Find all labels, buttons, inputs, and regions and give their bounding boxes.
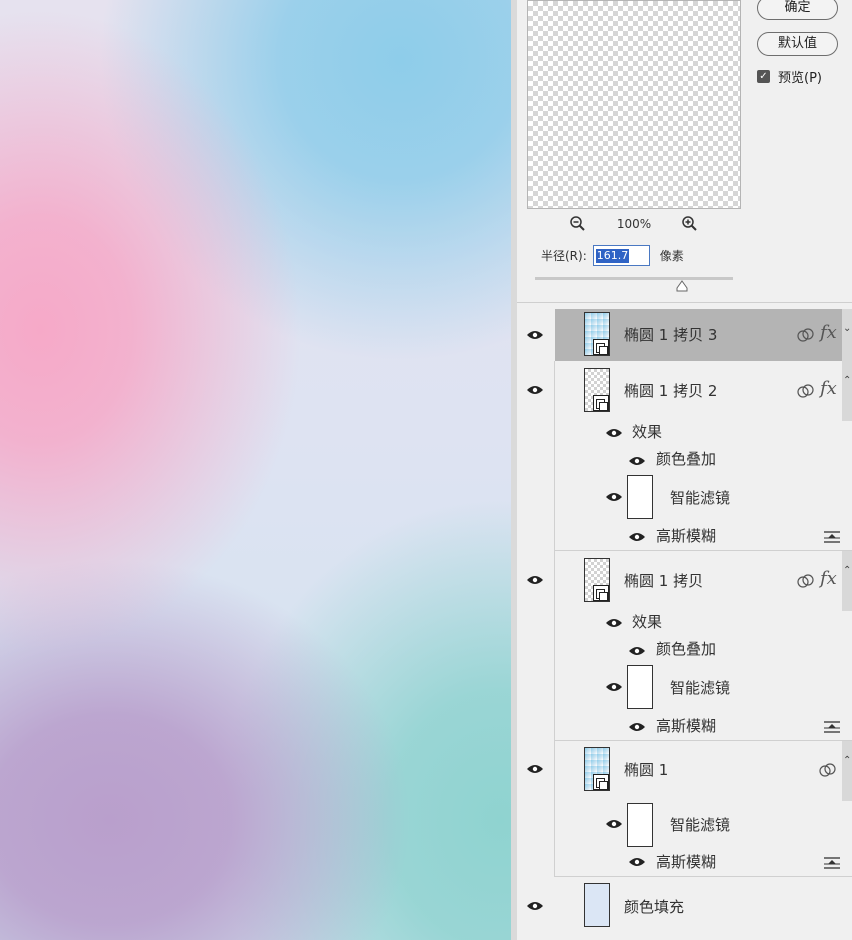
color-overlay-label[interactable]: 颜色叠加 (656, 638, 716, 659)
indent-line (554, 741, 555, 877)
layer-name[interactable]: 椭圆 1 (624, 759, 668, 780)
gaussian-blur-dialog: 确定 默认值 ✓ 预览(P) 100% 半径(R): 161.7 像素 (517, 0, 852, 303)
layer-thumbnail[interactable] (584, 747, 610, 791)
smart-filter-label[interactable]: 智能滤镜 (670, 677, 730, 698)
eye-icon[interactable] (628, 721, 646, 733)
collapse-toggle[interactable]: ⌃ (842, 741, 852, 801)
eye-icon[interactable] (628, 856, 646, 868)
smart-filter-label[interactable]: 智能滤镜 (670, 487, 730, 508)
filter-mask-thumbnail[interactable] (627, 665, 653, 709)
slider-thumb-icon[interactable] (676, 280, 688, 292)
eye-icon[interactable] (605, 681, 623, 693)
layer-thumbnail[interactable] (584, 312, 610, 356)
radius-input[interactable]: 161.7 (592, 245, 650, 266)
dialog-bottom-border (517, 302, 852, 303)
smart-object-icon (593, 774, 609, 790)
eye-icon[interactable] (605, 427, 623, 439)
zoom-level: 100% (616, 217, 652, 231)
layer-name[interactable]: 颜色填充 (624, 896, 684, 917)
zoom-out-icon[interactable] (569, 215, 587, 233)
expand-toggle[interactable]: ⌄ (842, 309, 852, 361)
effects-label[interactable]: 效果 (632, 421, 662, 442)
preview-label: 预览(P) (778, 71, 822, 86)
filter-options-icon[interactable] (823, 720, 841, 734)
radius-unit: 像素 (659, 249, 684, 263)
link-icon (797, 328, 814, 342)
fx-icon[interactable]: fx (820, 322, 837, 343)
eye-icon[interactable] (605, 617, 623, 629)
radius-label: 半径(R): (541, 249, 587, 263)
smart-object-icon (593, 585, 609, 601)
smart-object-icon (593, 339, 609, 355)
checkbox-checked-icon[interactable]: ✓ (757, 70, 770, 83)
layer-row[interactable]: 椭圆 1 ⌃ 智能滤镜 高斯模糊 (517, 741, 852, 877)
filter-mask-thumbnail[interactable] (627, 803, 653, 847)
eye-icon[interactable] (605, 491, 623, 503)
eye-icon[interactable] (526, 763, 544, 775)
eye-icon[interactable] (526, 384, 544, 396)
radius-value[interactable]: 161.7 (595, 248, 630, 263)
filter-options-icon[interactable] (823, 530, 841, 544)
ok-button[interactable]: 确定 (757, 0, 838, 20)
layer-row[interactable]: 椭圆 1 拷贝 2 fx ⌃ 效果 颜色叠加 智能滤镜 高斯模糊 (517, 361, 852, 551)
fx-icon[interactable]: fx (820, 568, 837, 589)
document-canvas[interactable] (0, 0, 511, 940)
eye-icon[interactable] (628, 645, 646, 657)
layer-row[interactable]: 椭圆 1 拷贝 3 fx ⌄ (517, 309, 852, 361)
default-button[interactable]: 默认值 (757, 32, 838, 56)
filter-options-icon[interactable] (823, 856, 841, 870)
layer-name[interactable]: 椭圆 1 拷贝 (624, 570, 703, 591)
collapse-toggle[interactable]: ⌃ (842, 361, 852, 421)
gaussian-blur-label[interactable]: 高斯模糊 (656, 715, 716, 736)
fill-thumbnail[interactable] (584, 883, 610, 927)
smart-filter-label[interactable]: 智能滤镜 (670, 814, 730, 835)
eye-icon[interactable] (526, 574, 544, 586)
chevron-up-icon: ⌃ (843, 565, 852, 576)
radius-row: 半径(R): 161.7 像素 (541, 245, 684, 266)
gaussian-blur-label[interactable]: 高斯模糊 (656, 851, 716, 872)
eye-icon[interactable] (526, 900, 544, 912)
link-icon (797, 574, 814, 588)
chevron-up-icon: ⌃ (843, 755, 852, 766)
color-overlay-label[interactable]: 颜色叠加 (656, 448, 716, 469)
preview-checkbox[interactable]: ✓ 预览(P) (757, 67, 822, 86)
effects-label[interactable]: 效果 (632, 611, 662, 632)
chevron-down-icon: ⌄ (843, 323, 852, 334)
layer-row[interactable]: 颜色填充 (517, 877, 852, 932)
layer-thumbnail[interactable] (584, 368, 610, 412)
eye-icon[interactable] (628, 531, 646, 543)
link-icon (797, 384, 814, 398)
link-icon (819, 763, 836, 777)
blur-preview[interactable] (527, 0, 741, 209)
filter-mask-thumbnail[interactable] (627, 475, 653, 519)
eye-icon[interactable] (628, 455, 646, 467)
zoom-in-icon[interactable] (681, 215, 699, 233)
indent-line (554, 551, 555, 741)
collapse-toggle[interactable]: ⌃ (842, 551, 852, 611)
layer-thumbnail[interactable] (584, 558, 610, 602)
fx-icon[interactable]: fx (820, 378, 837, 399)
radius-slider-track[interactable] (535, 277, 733, 280)
chevron-up-icon: ⌃ (843, 375, 852, 386)
eye-icon[interactable] (526, 329, 544, 341)
gaussian-blur-label[interactable]: 高斯模糊 (656, 525, 716, 546)
eye-icon[interactable] (605, 818, 623, 830)
layer-name[interactable]: 椭圆 1 拷贝 2 (624, 380, 717, 401)
layer-name[interactable]: 椭圆 1 拷贝 3 (624, 324, 717, 345)
layers-panel: 椭圆 1 拷贝 3 fx ⌄ 椭圆 1 拷贝 2 fx ⌃ 效果 颜色叠加 智能… (517, 306, 852, 940)
smart-object-icon (593, 395, 609, 411)
indent-line (554, 361, 555, 551)
layer-row[interactable]: 椭圆 1 拷贝 fx ⌃ 效果 颜色叠加 智能滤镜 高斯模糊 (517, 551, 852, 741)
zoom-controls: 100% (569, 214, 699, 234)
